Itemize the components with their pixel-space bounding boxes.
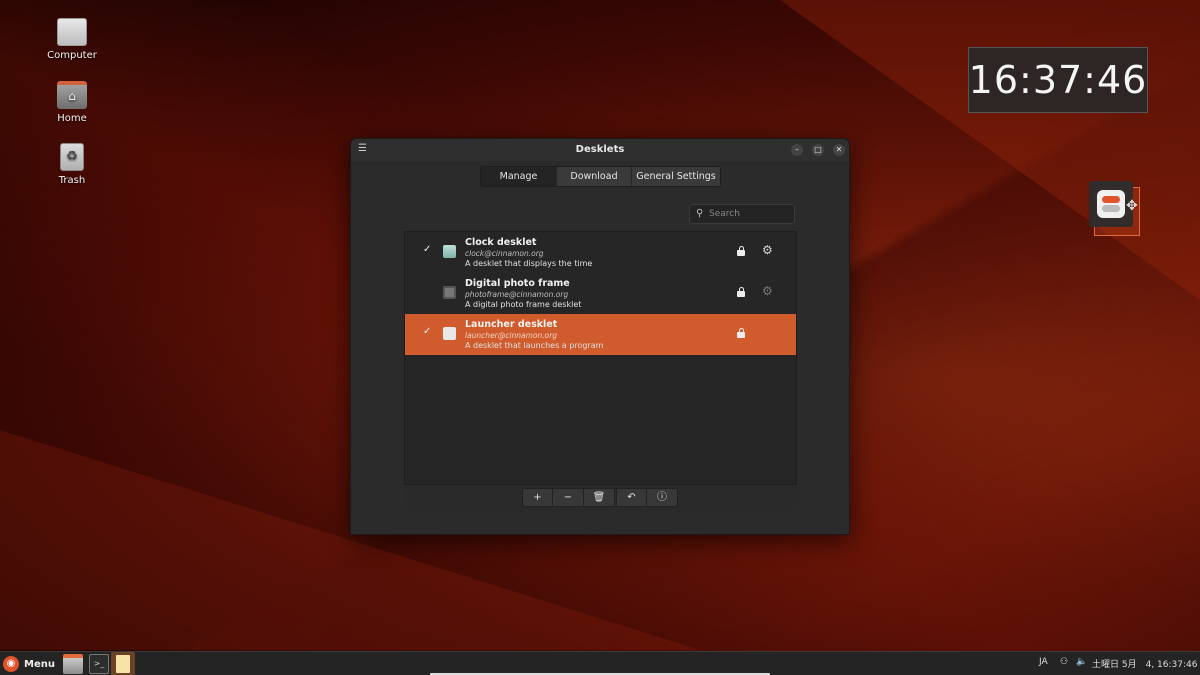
list-toolbar: + − 🗑 ↶ ⓘ bbox=[404, 484, 797, 509]
computer-icon bbox=[57, 18, 87, 46]
uninstall-button[interactable]: 🗑 bbox=[584, 488, 615, 507]
desktop-icon-trash[interactable]: ♻ Trash bbox=[36, 143, 108, 186]
remove-button[interactable]: − bbox=[553, 488, 584, 507]
launcher-icon bbox=[443, 327, 456, 340]
close-button[interactable]: ✕ bbox=[833, 144, 845, 156]
tab-manage[interactable]: Manage bbox=[481, 167, 557, 186]
desklets-window: ☰ Desklets – □ ✕ Manage Download General… bbox=[350, 138, 850, 535]
lock-icon bbox=[737, 328, 745, 338]
search-icon: ⚲ bbox=[696, 208, 704, 219]
network-icon[interactable]: ⚇ bbox=[1060, 657, 1068, 667]
clock-desklet-icon bbox=[443, 245, 456, 258]
desklet-uuid: clock@cinnamon.org bbox=[465, 249, 544, 258]
maximize-button[interactable]: □ bbox=[812, 144, 824, 156]
desktop-icon-label: Computer bbox=[47, 50, 97, 61]
toolbar-group-misc: ↶ ⓘ bbox=[616, 488, 678, 507]
gear-icon[interactable]: ⚙ bbox=[762, 284, 773, 298]
list-item[interactable]: ✓ Clock desklet clock@cinnamon.org A des… bbox=[405, 232, 796, 273]
desklet-list: ✓ Clock desklet clock@cinnamon.org A des… bbox=[404, 231, 797, 509]
desklet-description: A digital photo frame desklet bbox=[465, 300, 582, 309]
desklet-description: A desklet that launches a program bbox=[465, 341, 604, 350]
toggle-app-icon bbox=[1097, 190, 1125, 218]
datetime-applet[interactable]: 土曜日 5月 4, 16:37:46 bbox=[1092, 657, 1197, 670]
keyboard-layout-indicator[interactable]: JA bbox=[1039, 657, 1048, 667]
toolbar-group-edit: + − 🗑 bbox=[522, 488, 615, 507]
photo-frame-icon bbox=[443, 286, 456, 299]
search-placeholder: Search bbox=[709, 209, 740, 219]
desklet-description: A desklet that displays the time bbox=[465, 259, 593, 268]
desklet-name: Launcher desklet bbox=[465, 319, 558, 330]
home-folder-icon: ⌂ bbox=[57, 81, 87, 109]
enabled-check-icon: ✓ bbox=[423, 244, 432, 255]
clock-time: 16:37:46 bbox=[968, 58, 1148, 102]
minimize-button[interactable]: – bbox=[791, 144, 803, 156]
desktop-icon-computer[interactable]: Computer bbox=[36, 18, 108, 61]
drag-cursor-icon: ✥ bbox=[1126, 198, 1138, 214]
list-item[interactable]: ✓ Launcher desklet launcher@cinnamon.org… bbox=[405, 314, 796, 355]
tab-download[interactable]: Download bbox=[557, 167, 632, 186]
trash-icon: ♻ bbox=[60, 143, 84, 171]
desklet-uuid: launcher@cinnamon.org bbox=[465, 331, 558, 340]
window-title: Desklets bbox=[575, 144, 625, 155]
lock-icon bbox=[737, 246, 745, 256]
lock-icon bbox=[737, 287, 745, 297]
info-button[interactable]: ⓘ bbox=[647, 488, 678, 507]
desktop-icon-label: Trash bbox=[58, 175, 86, 186]
desklet-name: Digital photo frame bbox=[465, 278, 570, 289]
desklet-uuid: photoframe@cinnamon.org bbox=[465, 290, 569, 299]
desktop-icon-home[interactable]: ⌂ Home bbox=[36, 81, 108, 124]
restore-button[interactable]: ↶ bbox=[616, 488, 647, 507]
files-launcher-icon[interactable] bbox=[63, 654, 83, 674]
trash-icon: 🗑 bbox=[592, 492, 606, 503]
clock-desklet[interactable]: 16:37:46 bbox=[968, 47, 1148, 113]
volume-icon[interactable]: 🔈 bbox=[1076, 657, 1087, 667]
notes-launcher-icon[interactable] bbox=[111, 652, 135, 675]
desktop-icon-label: Home bbox=[57, 113, 87, 124]
menu-label: Menu bbox=[24, 658, 55, 670]
gear-icon[interactable]: ⚙ bbox=[762, 243, 773, 257]
desklet-name: Clock desklet bbox=[465, 237, 537, 248]
titlebar[interactable]: ☰ Desklets – □ ✕ bbox=[351, 139, 849, 161]
tab-general-settings[interactable]: General Settings bbox=[632, 167, 720, 186]
search-input[interactable]: ⚲ Search bbox=[689, 204, 795, 224]
list-item[interactable]: Digital photo frame photoframe@cinnamon.… bbox=[405, 273, 796, 314]
add-button[interactable]: + bbox=[522, 488, 553, 507]
ubuntu-logo-icon: ◉ bbox=[3, 656, 19, 672]
terminal-launcher-icon[interactable]: >_ bbox=[89, 654, 109, 674]
taskbar: ◉ Menu >_ JA ⚇ 🔈 土曜日 5月 4, 16:37:46 bbox=[0, 651, 1200, 675]
menu-button[interactable]: ◉ Menu bbox=[3, 655, 55, 673]
tab-bar: Manage Download General Settings bbox=[480, 166, 721, 187]
enabled-check-icon: ✓ bbox=[423, 326, 432, 337]
